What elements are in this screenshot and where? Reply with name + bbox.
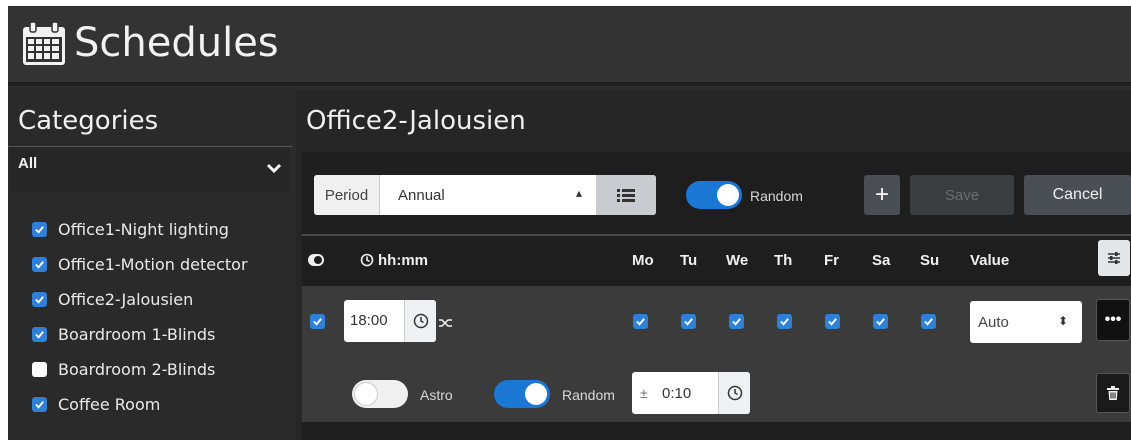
clock-icon	[413, 313, 428, 329]
random-label: Random	[750, 188, 803, 204]
save-button[interactable]: Save	[910, 175, 1014, 215]
day-checkbox-fr[interactable]	[825, 314, 840, 329]
categories-title: Categories	[18, 106, 159, 136]
column-header-th: Th	[774, 252, 793, 269]
category-item-office2-jalousien[interactable]: Office2-Jalousien	[32, 282, 248, 317]
category-label: Coffee Room	[58, 395, 161, 414]
column-header-value: Value	[970, 252, 1010, 269]
checkbox[interactable]	[32, 397, 47, 412]
day-checkbox-mo[interactable]	[633, 314, 648, 329]
column-header-fr: Fr	[824, 252, 839, 269]
toggle-knob	[525, 383, 547, 405]
row-random-label: Random	[562, 387, 615, 403]
time-input[interactable]: 18:00	[344, 300, 436, 342]
category-filter-value: All	[18, 155, 38, 172]
day-checkbox-sa[interactable]	[873, 314, 888, 329]
category-item-boardroom-1-blinds[interactable]: Boardroom 1-Blinds	[32, 317, 248, 352]
value-selected: Auto	[978, 314, 1009, 331]
list-view-button[interactable]	[596, 175, 656, 215]
schedule-editor: Period Annual ▴ Random + Save Cancel hh:…	[302, 152, 1131, 440]
calendar-icon	[23, 21, 65, 65]
offset-value: 0:10	[662, 385, 692, 402]
time-picker-button[interactable]	[404, 300, 436, 342]
column-header-time: hh:mm	[378, 252, 428, 269]
category-item-coffee-room[interactable]: Coffee Room	[32, 387, 248, 422]
chevron-down-icon	[266, 163, 282, 174]
column-settings-button[interactable]	[1098, 240, 1130, 276]
cancel-button[interactable]: Cancel	[1024, 175, 1131, 215]
toggle-column-icon	[308, 254, 324, 266]
category-filter-select[interactable]: All	[10, 147, 290, 191]
more-options-button[interactable]: •••	[1096, 299, 1130, 341]
checkbox[interactable]	[32, 362, 47, 377]
astro-label: Astro	[420, 387, 453, 403]
period-value: Annual	[398, 187, 445, 204]
clock-icon	[727, 385, 742, 401]
day-checkbox-th[interactable]	[777, 314, 792, 329]
trash-icon	[1107, 386, 1119, 400]
schedules-window: Schedules Categories All Office1-Night l…	[8, 6, 1131, 440]
checkbox[interactable]	[32, 257, 47, 272]
day-checkbox-su[interactable]	[921, 314, 936, 329]
schedule-panel: Office2-Jalousien Period Annual ▴ Random…	[296, 90, 1131, 440]
checkbox[interactable]	[32, 292, 47, 307]
page-title: Schedules	[74, 20, 279, 66]
sliders-icon	[1108, 252, 1120, 264]
category-label: Office2-Jalousien	[58, 290, 194, 309]
category-list: Office1-Night lighting Office1-Motion de…	[32, 212, 248, 422]
list-icon	[617, 189, 635, 202]
select-caret-icon: ▴	[576, 186, 583, 200]
value-select[interactable]: Auto ⬍	[970, 301, 1082, 343]
category-label: Office1-Night lighting	[58, 220, 229, 239]
astro-toggle[interactable]	[352, 380, 408, 408]
schedule-title: Office2-Jalousien	[306, 106, 526, 136]
clock-icon	[360, 253, 374, 267]
category-label: Boardroom 1-Blinds	[58, 325, 216, 344]
checkbox[interactable]	[32, 327, 47, 342]
divider	[302, 234, 1131, 236]
category-label: Boardroom 2-Blinds	[58, 360, 216, 379]
header: Schedules	[8, 6, 1131, 86]
column-header-mo: Mo	[632, 252, 654, 269]
day-checkbox-we[interactable]	[729, 314, 744, 329]
add-button[interactable]: +	[864, 175, 900, 215]
checkbox[interactable]	[32, 222, 47, 237]
column-header-su: Su	[920, 252, 940, 269]
offset-time-picker-button[interactable]	[718, 372, 750, 414]
shuffle-icon	[439, 319, 452, 327]
select-caret-icon: ⬍	[1058, 314, 1069, 328]
row-enabled-checkbox[interactable]	[310, 314, 325, 329]
random-offset-input[interactable]: ± 0:10	[632, 372, 750, 414]
category-label: Office1-Motion detector	[58, 255, 248, 274]
offset-prefix: ±	[640, 385, 648, 401]
category-item-boardroom-2-blinds[interactable]: Boardroom 2-Blinds	[32, 352, 248, 387]
time-value: 18:00	[350, 312, 388, 329]
column-header-sa: Sa	[872, 252, 891, 269]
toggle-knob	[355, 383, 377, 405]
period-select[interactable]: Period Annual ▴	[314, 175, 656, 215]
column-header-we: We	[726, 252, 749, 269]
day-checkbox-tu[interactable]	[681, 314, 696, 329]
column-header-tu: Tu	[680, 252, 698, 269]
delete-button[interactable]	[1096, 373, 1130, 413]
period-label: Period	[314, 175, 380, 215]
category-item-office1-motion-detector[interactable]: Office1-Motion detector	[32, 247, 248, 282]
row-random-toggle[interactable]	[494, 380, 550, 408]
toggle-knob	[717, 184, 739, 206]
category-item-office1-night-lighting[interactable]: Office1-Night lighting	[32, 212, 248, 247]
random-toggle[interactable]	[686, 181, 742, 209]
categories-panel: Categories All Office1-Night lighting Of…	[8, 90, 292, 440]
